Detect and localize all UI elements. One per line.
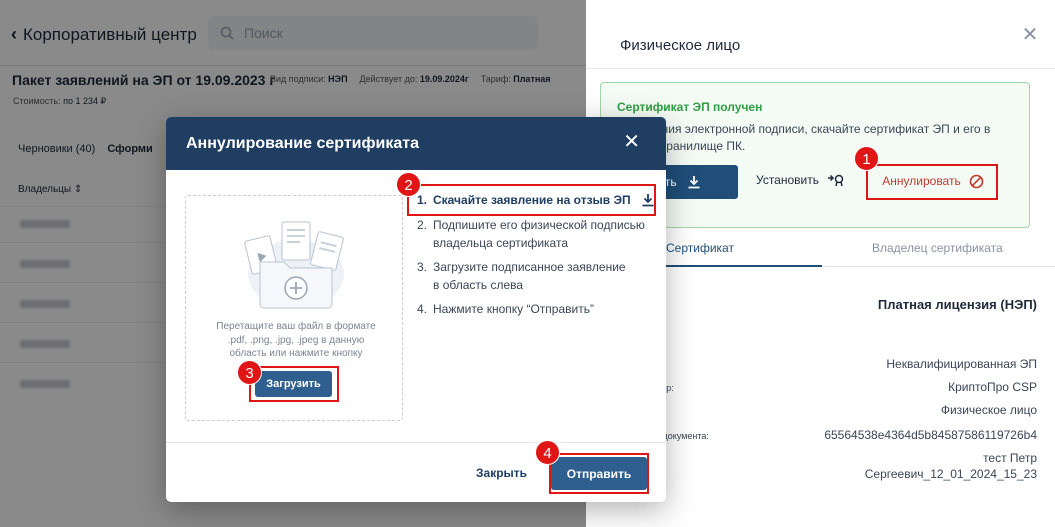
step-marker: 1	[854, 146, 879, 171]
step-number: 4.	[417, 302, 428, 316]
cert-status-title: Сертификат ЭП получен	[617, 100, 763, 114]
highlight-send-button	[549, 453, 649, 494]
step-marker: 3	[237, 360, 262, 385]
folder-documents-icon	[244, 221, 344, 309]
field-value: Неквалифицированная ЭП	[886, 357, 1037, 371]
download-icon	[688, 176, 700, 189]
close-button[interactable]: Закрыть	[476, 466, 527, 480]
divider	[586, 68, 1055, 69]
field-value: 65564538e4364d5b84587586119726b4	[824, 428, 1037, 442]
close-icon[interactable]: ✕	[623, 132, 640, 152]
field-value: Физическое лицо	[940, 403, 1037, 417]
file-name: тест Петр Сергеевич_12_01_2024_15_23	[865, 450, 1037, 482]
step-number: 2.	[417, 218, 428, 232]
drawer-title: Физическое лицо	[620, 37, 741, 54]
dropzone-hint: Перетащите ваш файл в формате .pdf, .png…	[216, 321, 376, 359]
step-marker: 2	[396, 172, 421, 197]
install-cert-button[interactable]: Установить	[756, 173, 845, 187]
step-text: Подпишите его физической подписью владел…	[433, 218, 645, 250]
modal-title: Аннулирование сертификата	[186, 135, 419, 152]
list-item: 4. Нажмите кнопку “Отправить”	[417, 300, 594, 318]
highlight-download-link	[407, 184, 656, 216]
step-marker: 4	[535, 440, 560, 465]
step-text: Нажмите кнопку “Отправить”	[433, 302, 594, 316]
cert-status-text: ользования электронной подписи, скачайте…	[617, 122, 991, 153]
install-icon	[827, 174, 844, 187]
field-value: КриптоПро CSP	[948, 380, 1037, 394]
tab-cert-owner[interactable]: Владелец сертификата	[872, 241, 1003, 255]
modal-header: Аннулирование сертификата ✕	[166, 117, 666, 170]
highlight-annul-button	[866, 164, 998, 200]
tab-certificate[interactable]: Сертификат	[666, 241, 734, 255]
highlight-upload-button	[249, 366, 339, 402]
step-text: Загрузите подписанное заявление в област…	[433, 260, 626, 292]
file-name-line: тест Петр	[983, 451, 1037, 465]
file-name-line: Сергеевич_12_01_2024_15_23	[864, 467, 1037, 481]
divider	[166, 442, 666, 443]
install-label: Установить	[756, 173, 819, 187]
close-icon[interactable]: ✕	[1021, 25, 1039, 45]
step-number: 3.	[417, 260, 428, 274]
list-item: 2. Подпишите его физической подписью вла…	[417, 216, 657, 252]
license-title: Платная лицензия (НЭП)	[877, 297, 1037, 312]
list-item: 3. Загрузите подписанное заявление в обл…	[417, 258, 632, 294]
